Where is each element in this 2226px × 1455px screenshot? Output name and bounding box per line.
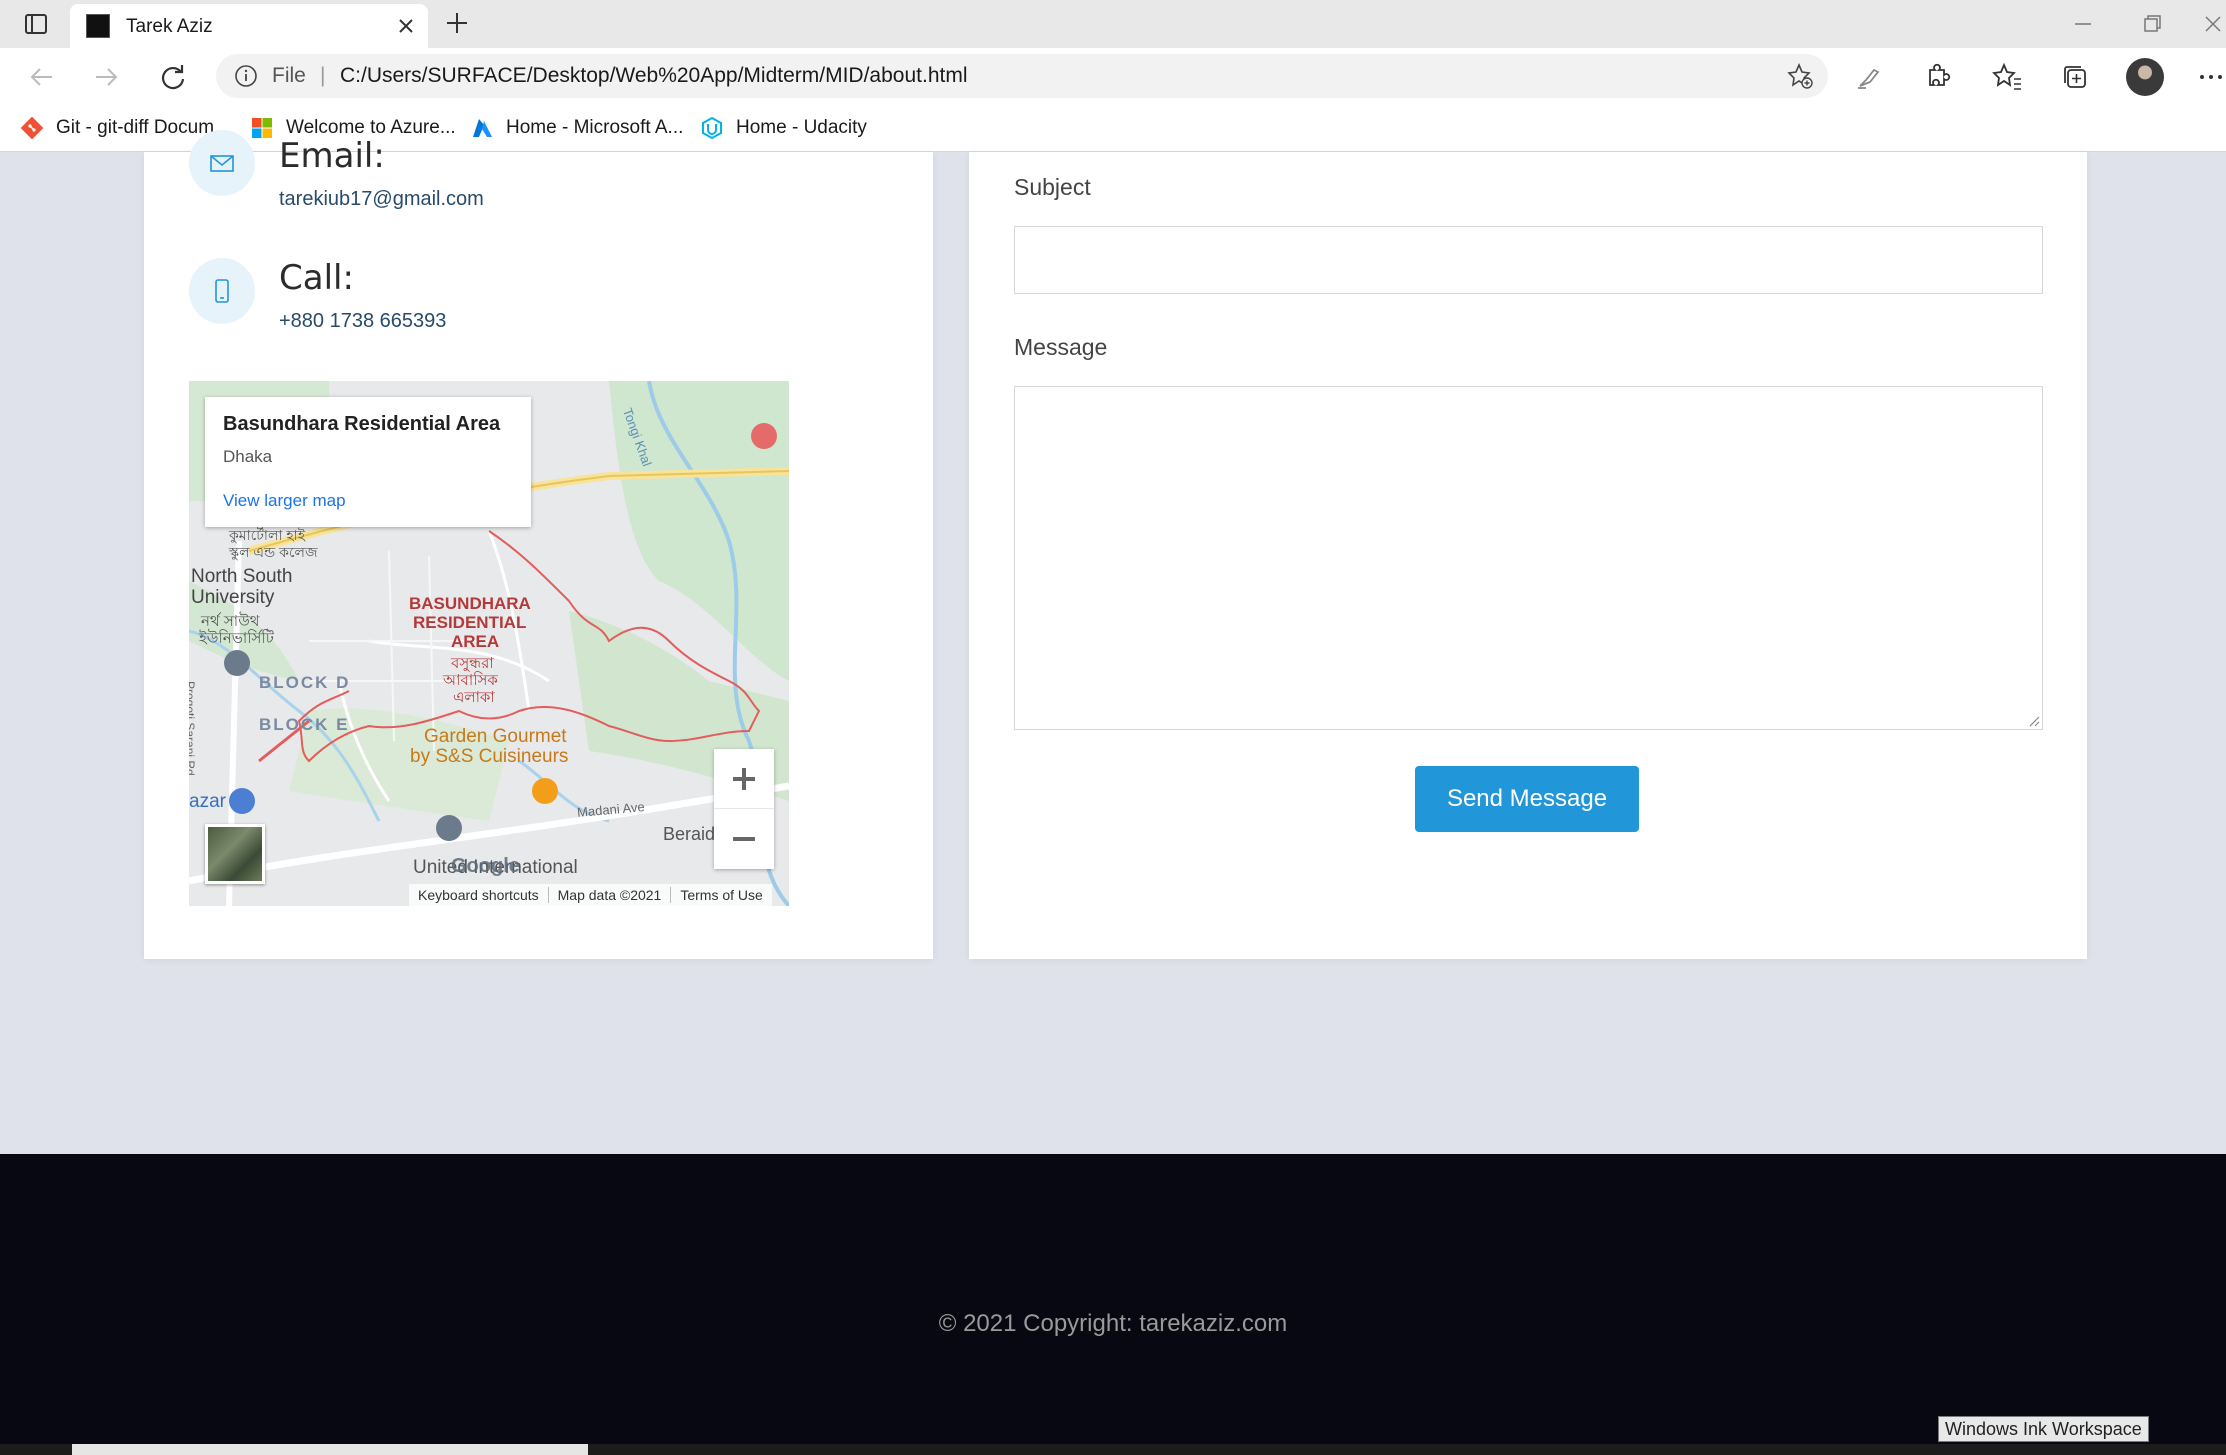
- microsoft-icon: [252, 118, 272, 138]
- map-place-card: Basundhara Residential Area Dhaka View l…: [205, 397, 531, 527]
- map-label-area-2: RESIDENTIAL: [413, 613, 527, 632]
- bookmark-item-git[interactable]: Git - git-diff Docum...: [20, 114, 230, 142]
- map-label-nsu-bn-2: ইউনিভার্সিটি: [199, 630, 274, 647]
- map-label-area: BASUNDHARA: [409, 594, 531, 613]
- tab-strip: Tarek Aziz: [0, 0, 2226, 48]
- taskbar-search-box[interactable]: [72, 1444, 588, 1455]
- refresh-icon[interactable]: [156, 60, 190, 94]
- envelope-icon: [189, 130, 255, 196]
- email-title: Email:: [279, 136, 385, 176]
- site-favicon-icon: [86, 14, 110, 38]
- restore-icon[interactable]: [2136, 10, 2166, 38]
- extensions-icon[interactable]: [1920, 60, 1954, 94]
- map-data-credit: Map data ©2021: [547, 887, 671, 903]
- forward-arrow-icon[interactable]: [90, 60, 124, 94]
- subject-label: Subject: [1014, 174, 1091, 200]
- info-icon[interactable]: [234, 64, 258, 88]
- page-footer: © 2021 Copyright: tarekaziz.com: [0, 1154, 2226, 1444]
- udacity-icon: [702, 116, 722, 140]
- message-textarea[interactable]: [1014, 386, 2043, 730]
- map-label-nsu-2: University: [191, 587, 275, 608]
- bookmark-label: Home - Microsoft A...: [506, 117, 684, 138]
- send-message-button[interactable]: Send Message: [1415, 766, 1639, 832]
- map-label-school-bn-2: স্কুল এন্ড কলেজ: [229, 544, 318, 560]
- address-bar[interactable]: File | C:/Users/SURFACE/Desktop/Web%20Ap…: [216, 54, 1828, 98]
- message-label: Message: [1014, 334, 1108, 360]
- contact-info-card: Email: tarekiub17@gmail.com Call: +880 1…: [144, 130, 933, 959]
- map-label-block-e: BLOCK E: [259, 715, 350, 734]
- favorites-icon[interactable]: [1990, 60, 2024, 94]
- map-label-restaurant: Garden Gourmet: [424, 726, 567, 747]
- close-tab-icon[interactable]: [394, 14, 418, 38]
- map-label-area-3: AREA: [451, 632, 500, 651]
- map-label-bazar: azar: [189, 791, 226, 812]
- read-aloud-icon[interactable]: [1852, 60, 1886, 94]
- bookmark-label: Home - Udacity: [736, 117, 867, 138]
- terms-of-use-link[interactable]: Terms of Use: [670, 887, 771, 903]
- satellite-view-toggle[interactable]: [205, 824, 265, 884]
- add-favorite-icon[interactable]: [1786, 62, 1814, 90]
- git-icon: [20, 116, 44, 140]
- phone-icon: [189, 258, 255, 324]
- address-scheme: File: [272, 64, 306, 87]
- address-separator: |: [320, 64, 326, 87]
- zoom-in-icon[interactable]: [714, 749, 774, 809]
- tab-actions-icon[interactable]: [22, 10, 50, 38]
- ink-workspace-tooltip: Windows Ink Workspace: [1938, 1416, 2149, 1442]
- map-label-restaurant-2: by S&S Cuisineurs: [410, 746, 569, 767]
- windows-taskbar: [0, 1444, 2226, 1455]
- browser-toolbar: File | C:/Users/SURFACE/Desktop/Web%20Ap…: [0, 48, 2226, 104]
- map-zoom-controls: [714, 749, 774, 869]
- back-arrow-icon[interactable]: [24, 60, 58, 94]
- map-label-area-bn-3: এলাকা: [453, 689, 495, 706]
- bookmark-item-udacity[interactable]: Home - Udacity: [700, 114, 867, 142]
- profile-avatar[interactable]: [2126, 58, 2164, 96]
- bookmark-item-microsoft-azure[interactable]: Home - Microsoft A...: [470, 114, 683, 142]
- minimize-icon[interactable]: [2068, 10, 2098, 38]
- azure-icon: [473, 119, 492, 137]
- contact-form-card: Subject Message Send Message: [969, 152, 2087, 959]
- map-label-nsu: North South: [191, 566, 293, 587]
- subject-input[interactable]: [1014, 226, 2043, 294]
- close-window-icon[interactable]: [2200, 10, 2226, 38]
- browser-tab-active[interactable]: Tarek Aziz: [70, 4, 428, 48]
- resize-handle-icon[interactable]: [2026, 713, 2040, 727]
- google-map-embed[interactable]: কুমার্টোলা হাই স্কুল এন্ড কলেজ North Sou…: [189, 381, 789, 906]
- map-label-block-d: BLOCK D: [259, 673, 351, 692]
- map-place-city: Dhaka: [223, 447, 273, 466]
- map-label-progoti: Progoti Sarani Rd: [189, 681, 197, 776]
- address-url[interactable]: C:/Users/SURFACE/Desktop/Web%20App/Midte…: [340, 64, 968, 88]
- zoom-out-icon[interactable]: [714, 809, 774, 869]
- new-tab-icon[interactable]: [442, 8, 472, 38]
- google-logo: Google: [451, 855, 520, 877]
- view-larger-map-link[interactable]: View larger map: [223, 491, 346, 511]
- tab-title: Tarek Aziz: [126, 16, 213, 37]
- map-attribution-bar: Keyboard shortcuts Map data ©2021 Terms …: [409, 884, 772, 906]
- more-options-icon[interactable]: [2196, 60, 2226, 94]
- email-value[interactable]: tarekiub17@gmail.com: [279, 188, 484, 211]
- map-place-name: Basundhara Residential Area: [223, 413, 501, 435]
- keyboard-shortcuts-link[interactable]: Keyboard shortcuts: [409, 887, 548, 903]
- map-label-beraid: Beraid: [663, 824, 716, 844]
- copyright-text: © 2021 Copyright: tarekaziz.com: [938, 1310, 1288, 1337]
- collections-icon[interactable]: [2058, 60, 2092, 94]
- call-title: Call:: [279, 258, 354, 298]
- call-value[interactable]: +880 1738 665393: [279, 310, 446, 333]
